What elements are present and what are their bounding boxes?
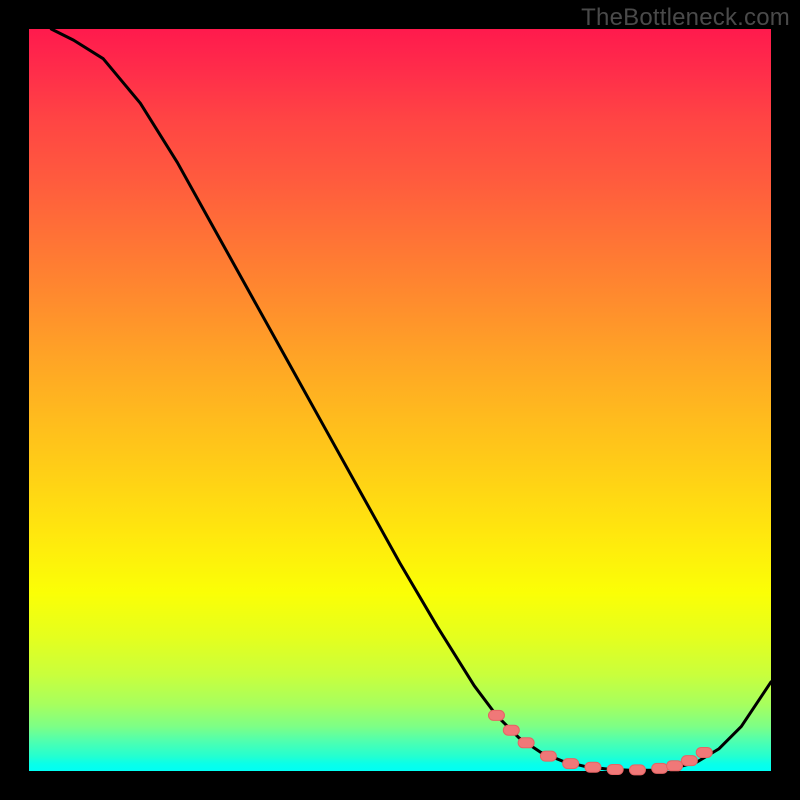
highlight-marker bbox=[607, 765, 623, 775]
highlight-marker bbox=[540, 751, 556, 761]
watermark-text: TheBottleneck.com bbox=[581, 4, 790, 32]
highlight-marker bbox=[563, 759, 579, 769]
plot-area bbox=[29, 29, 771, 771]
highlight-marker bbox=[503, 725, 519, 735]
bottleneck-curve bbox=[51, 29, 771, 770]
highlight-marker bbox=[667, 761, 683, 771]
highlight-markers bbox=[488, 710, 712, 775]
chart-frame: TheBottleneck.com bbox=[0, 0, 800, 800]
highlight-marker bbox=[518, 738, 534, 748]
highlight-marker bbox=[585, 762, 601, 772]
highlight-marker bbox=[681, 756, 697, 766]
highlight-marker bbox=[696, 747, 712, 757]
highlight-marker bbox=[652, 763, 668, 773]
curve-layer bbox=[29, 29, 771, 771]
highlight-marker bbox=[488, 710, 504, 720]
highlight-marker bbox=[629, 765, 645, 775]
